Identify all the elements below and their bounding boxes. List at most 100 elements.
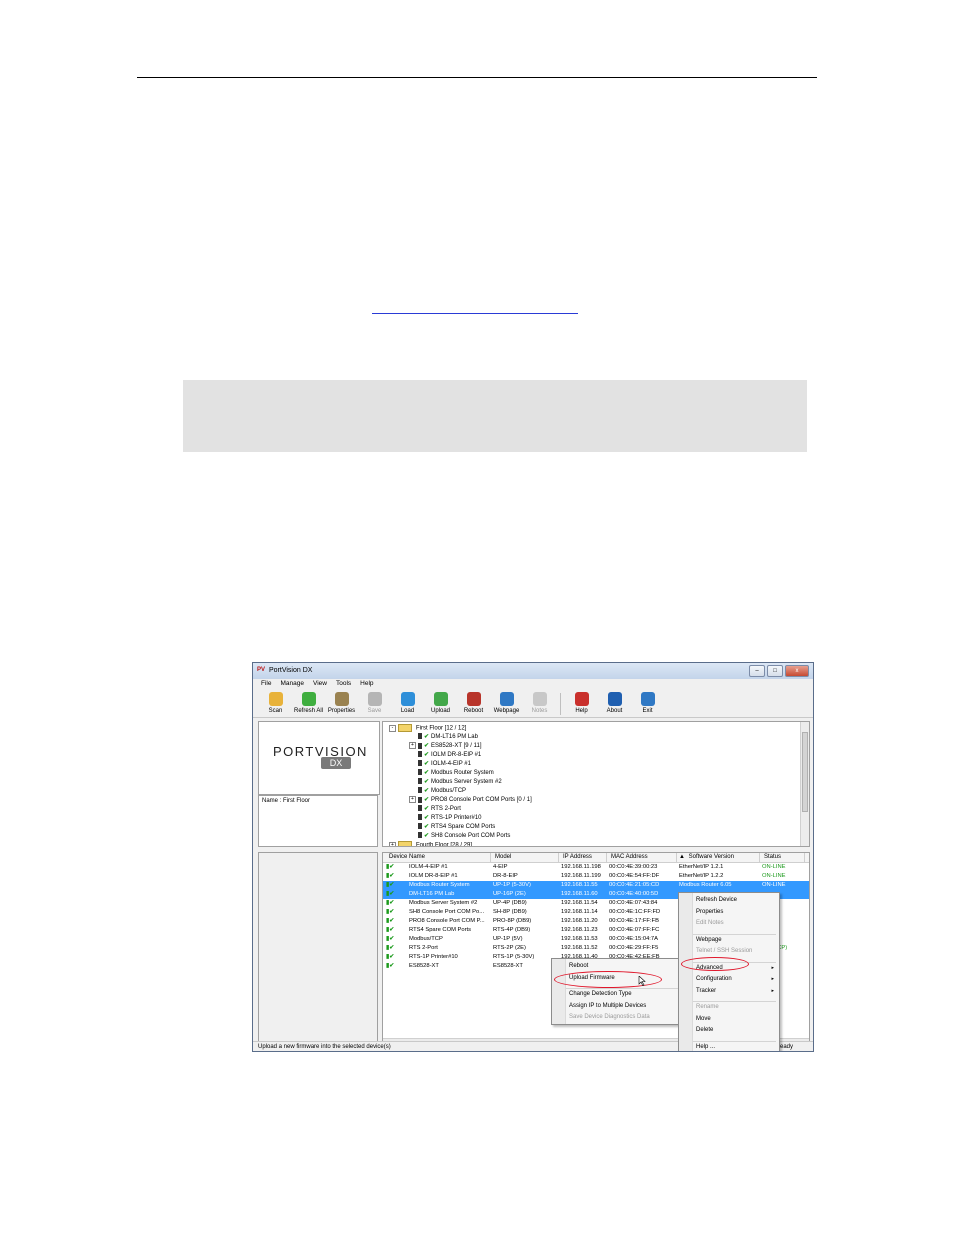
device-status-icon: ▮✔ (386, 927, 395, 933)
column-header[interactable]: ▲ Software Version (677, 853, 760, 862)
tree-node[interactable]: ✔ DM-LT16 PM Lab (418, 733, 478, 742)
toolbar-exit-button[interactable]: Exit (631, 690, 664, 717)
submenu-arrow-icon: ▸ (771, 976, 774, 982)
advanced-submenu: Reboot Upload Firmware Change Detection Ty… (551, 958, 693, 1025)
menu-item-properties[interactable]: Properties (696, 909, 723, 915)
tree-node-label: First Floor [12 / 12] (416, 725, 467, 732)
tree-node[interactable]: ✔ RTS-1P Printer#10 (418, 814, 482, 823)
tree-expander-icon[interactable]: + (409, 796, 416, 803)
table-row[interactable]: ▮✔ IOLM-4-EIP #1 4-EIP 192.168.11.198 00:C0:… (383, 863, 809, 872)
cell-mac: 00:C0:4E:39:00:23 (609, 864, 658, 870)
column-header[interactable]: Device Name (385, 853, 491, 862)
toolbar-save-button[interactable]: Save (358, 690, 391, 717)
menu-item-move[interactable]: Move (696, 1016, 711, 1022)
cell-name: DM-LT16 PM Lab (409, 891, 455, 897)
menu-item-delete[interactable]: Delete (696, 1027, 713, 1033)
tree-node[interactable]: - First Floor [12 / 12] (389, 724, 466, 733)
minimize-button[interactable]: – (749, 665, 765, 677)
note-box (183, 380, 807, 452)
tree-node[interactable]: ✔ Modbus Server System #2 (418, 778, 502, 787)
toolbar-upload-button[interactable]: Upload (424, 690, 457, 717)
tree-vertical-scrollbar[interactable] (800, 722, 809, 846)
close-button[interactable]: x (785, 665, 809, 677)
tree-expander-icon[interactable]: + (409, 742, 416, 749)
device-icon (418, 760, 422, 767)
maximize-button[interactable]: □ (767, 665, 783, 677)
device-status-icon: ▮✔ (386, 963, 395, 969)
tree-node[interactable]: ✔ Modbus/TCP (418, 787, 466, 796)
toolbar-properties-button[interactable]: Properties (325, 690, 358, 717)
cell-status: ON-LINE (762, 873, 786, 879)
cell-status: ON-LINE (762, 864, 786, 870)
toolbar-load-button[interactable]: Load (391, 690, 424, 717)
device-status-icon: ▮✔ (386, 918, 395, 924)
menu-tools[interactable]: Tools (336, 679, 351, 689)
toolbar-notes-button[interactable]: Notes (523, 690, 556, 717)
status-text: Upload a new firmware into the selected … (258, 1044, 391, 1050)
menu-item-reboot[interactable]: Reboot (569, 963, 588, 969)
logo-pane: PORTVISION DX (258, 721, 380, 795)
cell-ip: 192.168.11.198 (561, 864, 601, 870)
menu-file[interactable]: File (261, 679, 271, 689)
tree-node[interactable]: ✔ IOLM DR-8-EIP #1 (418, 751, 481, 760)
menu-help[interactable]: Help (360, 679, 373, 689)
device-status-icon: ▮✔ (386, 864, 395, 870)
folder-icon (398, 841, 412, 846)
tree-node-label: SH8 Console Port COM Ports (431, 833, 511, 839)
online-check-icon: ✔ (424, 788, 430, 794)
menu-item-assign-ip-to-multiple-devices[interactable]: Assign IP to Multiple Devices (569, 1003, 646, 1009)
device-icon (418, 832, 422, 839)
cell-mac: 00:C0:4E:54:FF:DF (609, 873, 660, 879)
cell-ip: 192.168.11.14 (561, 909, 598, 915)
tree-node[interactable]: ✔ IOLM-4-EIP #1 (418, 760, 471, 769)
online-check-icon: ✔ (424, 806, 430, 812)
tree-node[interactable]: + ✔ PRO8 Console Port COM Ports [0 / 1] (409, 796, 532, 805)
menu-item-tracker[interactable]: Tracker (696, 988, 716, 994)
toolbar-refresh-all-button[interactable]: Refresh All (292, 690, 325, 717)
column-header-label: Device Name (389, 854, 426, 860)
toolbar-help-button[interactable]: Help (565, 690, 598, 717)
cell-model: UP-4P (DB9) (493, 900, 527, 906)
tree-node[interactable]: ✔ Modbus Router System (418, 769, 494, 778)
tree-expander-icon[interactable]: - (389, 724, 396, 732)
menu-separator (693, 933, 776, 935)
menu-item-change-detection-type[interactable]: Change Detection Type (569, 991, 632, 997)
table-row[interactable]: ▮✔ IOLM DR-8-EIP #1 DR-8-EIP 192.168.11.199… (383, 872, 809, 881)
tree-node[interactable]: + Fourth Floor [28 / 29] (389, 841, 472, 846)
toolbar-scan-button[interactable]: Scan (259, 690, 292, 717)
toolbar-webpage-button[interactable]: Webpage (490, 690, 523, 717)
tree-node[interactable]: ✔ RTS4 Spare COM Ports (418, 823, 495, 832)
menu-item-help[interactable]: Help ... (696, 1044, 715, 1050)
menu-item-configuration[interactable]: Configuration (696, 976, 732, 982)
document-link[interactable] (372, 301, 578, 314)
menu-item-webpage[interactable]: Webpage (696, 937, 722, 943)
tree-node[interactable]: ✔ SH8 Console Port COM Ports (418, 832, 510, 841)
submenu-arrow-icon: ▸ (771, 987, 774, 994)
cell-model: ES8528-XT (493, 963, 523, 969)
table-row[interactable]: ▮✔ Modbus Router System UP-1P (5-30V) 192.1… (383, 881, 809, 890)
cell-name: IOLM-4-EIP #1 (409, 864, 448, 870)
tree-expander-icon[interactable]: + (389, 841, 396, 846)
online-check-icon: ✔ (424, 797, 430, 804)
cell-ip: 192.168.11.53 (561, 936, 598, 942)
menu-separator (566, 988, 689, 989)
column-header[interactable]: Model (491, 853, 559, 862)
menu-separator (693, 1001, 776, 1002)
toolbar-about-button[interactable]: About (598, 690, 631, 717)
tree-node[interactable]: + ✔ ES8528-XT [9 / 11] (409, 742, 482, 751)
column-header[interactable]: Status (760, 853, 805, 862)
column-header[interactable]: MAC Address (607, 853, 677, 862)
cell-mac: 00:C0:4E:07:43:84 (609, 900, 658, 906)
column-header[interactable]: IP Address (559, 853, 607, 862)
cell-mac: 00:C0:4E:29:FF:F5 (609, 945, 659, 951)
column-header-label: Software Version (688, 854, 734, 860)
tree-node[interactable]: ✔ RTS 2-Port (418, 805, 461, 814)
menu-manage[interactable]: Manage (280, 679, 304, 689)
tree-node-label: IOLM-4-EIP #1 (431, 761, 471, 767)
app-icon: PV (257, 667, 266, 673)
menu-item-refresh-device[interactable]: Refresh Device (696, 897, 737, 903)
menu-view[interactable]: View (313, 679, 327, 689)
toolbar-separator (560, 693, 561, 715)
toolbar-reboot-button[interactable]: Reboot (457, 690, 490, 717)
device-status-icon: ▮✔ (386, 945, 395, 951)
